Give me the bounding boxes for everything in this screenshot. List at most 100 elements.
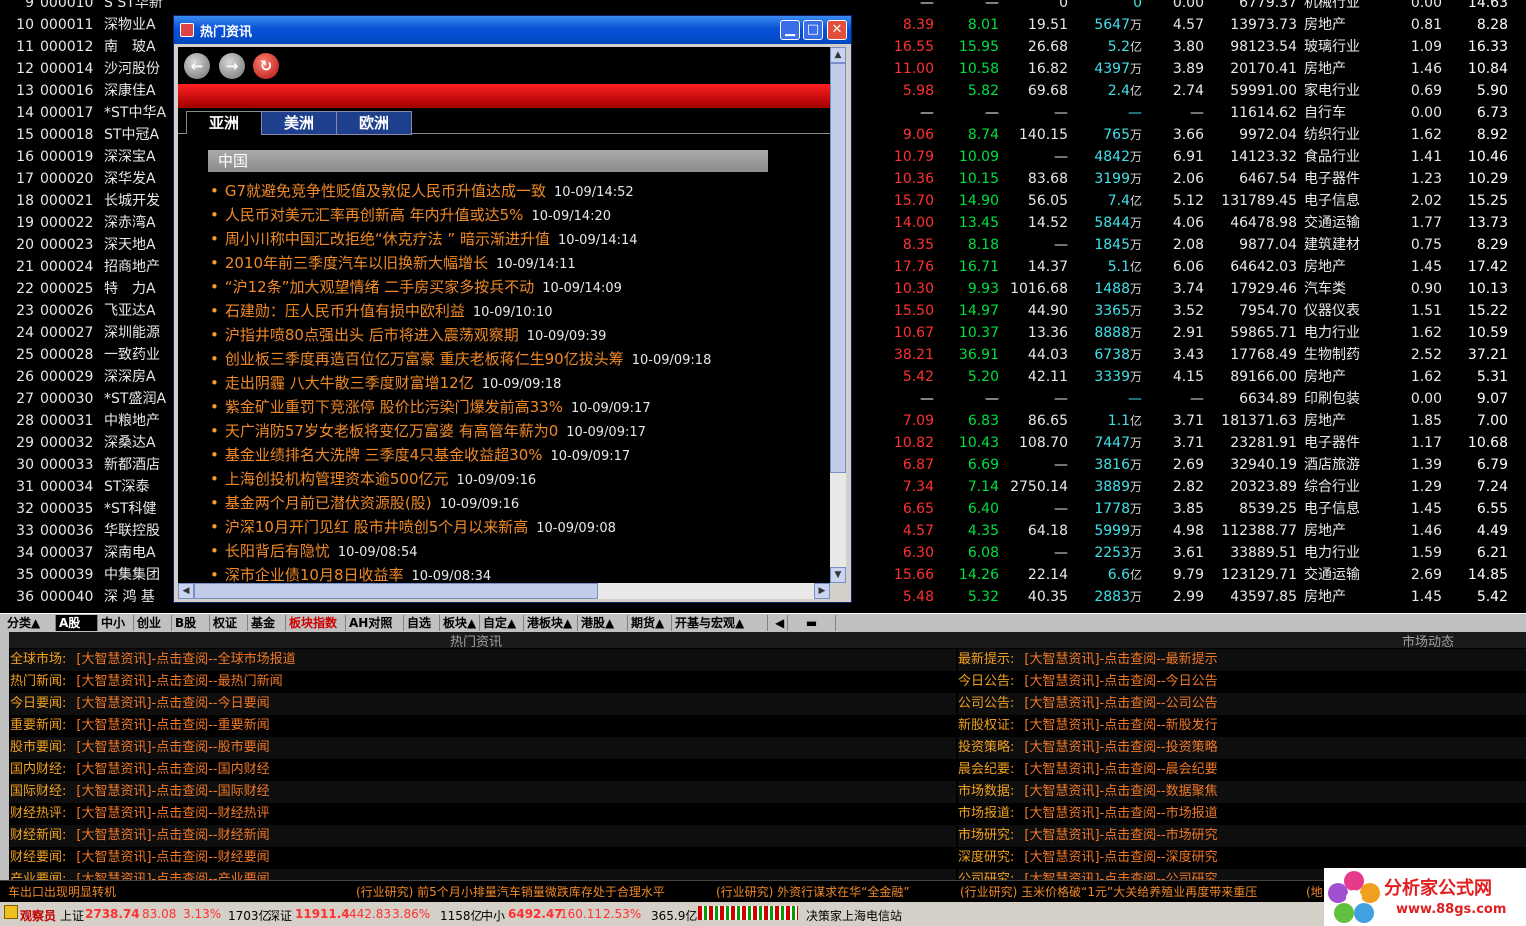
stock-name[interactable]: 沙河股份 [104, 58, 170, 80]
stock-name[interactable]: 深南电A [104, 542, 170, 564]
news-title[interactable]: 长阳背后有隐忧 [225, 542, 330, 560]
stock-name[interactable]: 深 鸿 基 [104, 586, 170, 608]
vertical-scrollbar[interactable]: ▲ ▼ [830, 47, 846, 583]
info-link[interactable]: [大智慧资讯]-点击查阅--国际财经 [76, 784, 269, 799]
category-tab[interactable]: 权证 [210, 615, 248, 631]
category-tab[interactable]: 创业 [134, 615, 172, 631]
stock-name[interactable]: 深桑达A [104, 432, 170, 454]
info-row[interactable]: 国内财经: [大智慧资讯]-点击查阅--国内财经 [10, 759, 956, 781]
info-row[interactable]: 财经新闻: [大智慧资讯]-点击查阅--财经新闻 [10, 825, 956, 847]
stock-code[interactable]: 000018 [40, 124, 94, 146]
news-item[interactable]: • 紫金矿业重罚下竞涨停 股价比污染门爆发前高33% 10-09/09:17 [210, 395, 651, 419]
stock-name[interactable]: 南 玻A [104, 36, 170, 58]
stock-name[interactable]: 华联控股 [104, 520, 170, 542]
stock-name[interactable]: 飞亚达A [104, 300, 170, 322]
stock-name[interactable]: *ST科健 [104, 498, 170, 520]
close-button[interactable]: ✕ [827, 20, 847, 40]
forward-button[interactable]: → [219, 53, 245, 79]
strip-scroll-thumb[interactable]: ▬ [788, 615, 836, 631]
category-tab[interactable]: 板块▲ [440, 615, 480, 631]
stock-code[interactable]: 000024 [40, 256, 94, 278]
info-link[interactable]: [大智慧资讯]-点击查阅--深度研究 [1024, 850, 1217, 865]
info-link[interactable]: [大智慧资讯]-点击查阅--财经热评 [76, 806, 269, 821]
stock-code[interactable]: 000037 [40, 542, 94, 564]
info-link[interactable]: [大智慧资讯]-点击查阅--国内财经 [76, 762, 269, 777]
category-tab[interactable]: 港股▲ [578, 615, 628, 631]
ticker-item[interactable]: (地 [1306, 883, 1323, 900]
info-link[interactable]: [大智慧资讯]-点击查阅--市场研究 [1024, 828, 1217, 843]
info-link[interactable]: [大智慧资讯]-点击查阅--今日要闻 [76, 696, 269, 711]
info-row[interactable]: 市场报道: [大智慧资讯]-点击查阅--市场报道 [958, 803, 1526, 825]
news-window[interactable]: 热门资讯 ▁ □ ✕ ← → ↻ 亚洲 美洲 欧洲 中国 • G7就避免竞争性贬值… [173, 15, 852, 603]
info-link[interactable]: [大智慧资讯]-点击查阅--晨会纪要 [1024, 762, 1217, 777]
info-link[interactable]: [大智慧资讯]-点击查阅--数据聚焦 [1024, 784, 1217, 799]
news-item[interactable]: • 基金业绩排名大洗牌 三季度4只基金收益超30% 10-09/09:17 [210, 443, 630, 467]
news-title[interactable]: 沪深10月开门见红 股市井喷创5个月以来新高 [225, 518, 528, 536]
table-row[interactable]: 9 000010 S ST华新 — — 0 0 0.00 6779.37 机械行业 0.00 14.6… [0, 0, 1526, 14]
stock-code[interactable]: 000014 [40, 58, 94, 80]
info-row[interactable]: 公司公告: [大智慧资讯]-点击查阅--公司公告 [958, 693, 1526, 715]
strip-scroll-left[interactable]: ◀ [772, 615, 788, 631]
stock-name[interactable]: ST深泰 [104, 476, 170, 498]
stock-code[interactable]: 000035 [40, 498, 94, 520]
category-tab[interactable]: 自选 [404, 615, 440, 631]
stock-code[interactable]: 000029 [40, 366, 94, 388]
stock-code[interactable]: 000039 [40, 564, 94, 586]
horizontal-scrollbar[interactable]: ◀ ▶ [178, 583, 830, 599]
back-button[interactable]: ← [184, 53, 210, 79]
info-link[interactable]: [大智慧资讯]-点击查阅--新股发行 [1024, 718, 1217, 733]
stock-name[interactable]: 深华发A [104, 168, 170, 190]
news-title[interactable]: 创业板三季度再造百位亿万富豪 重庆老板蒋仁生90亿拔头筹 [225, 350, 624, 368]
stock-name[interactable]: 招商地产 [104, 256, 170, 278]
info-row[interactable]: 晨会纪要: [大智慧资讯]-点击查阅--晨会纪要 [958, 759, 1526, 781]
news-title[interactable]: 石建勋：压人民币升值有损中欧利益 [225, 302, 465, 320]
info-link[interactable]: [大智慧资讯]-点击查阅--重要新闻 [76, 718, 269, 733]
news-title[interactable]: 周小川称中国汇改拒绝“休克疗法 ” 暗示渐进升值 [225, 230, 550, 248]
vertical-scroll-thumb[interactable] [830, 63, 846, 473]
info-row[interactable]: 市场数据: [大智慧资讯]-点击查阅--数据聚焦 [958, 781, 1526, 803]
news-item[interactable]: • 人民币对美元汇率再创新高 年内升值或达5% 10-09/14:20 [210, 203, 611, 227]
news-item[interactable]: • 周小川称中国汇改拒绝“休克疗法 ” 暗示渐进升值 10-09/14:14 [210, 227, 638, 251]
category-tab[interactable]: 分类▲ [4, 615, 56, 631]
stock-name[interactable]: 深圳能源 [104, 322, 170, 344]
info-link[interactable]: [大智慧资讯]-点击查阅--今日公告 [1024, 674, 1217, 689]
info-row[interactable]: 热门新闻: [大智慧资讯]-点击查阅--最热门新闻 [10, 671, 956, 693]
stock-name[interactable]: 深赤湾A [104, 212, 170, 234]
stock-name[interactable]: *ST盛润A [104, 388, 170, 410]
info-row[interactable]: 投资策略: [大智慧资讯]-点击查阅--投资策略 [958, 737, 1526, 759]
stock-name[interactable]: 一致药业 [104, 344, 170, 366]
horizontal-scroll-thumb[interactable] [194, 583, 598, 599]
stock-code[interactable]: 000034 [40, 476, 94, 498]
category-tab[interactable]: 自定▲ [480, 615, 524, 631]
stock-name[interactable]: S ST华新 [104, 0, 170, 14]
category-tab[interactable]: B股 [172, 615, 210, 631]
news-item[interactable]: • 天广消防57岁女老板将变亿万富婆 有高管年薪为0 10-09/09:17 [210, 419, 646, 443]
stock-code[interactable]: 000031 [40, 410, 94, 432]
stock-code[interactable]: 000026 [40, 300, 94, 322]
info-row[interactable]: 最新提示: [大智慧资讯]-点击查阅--最新提示 [958, 649, 1526, 671]
stock-name[interactable]: 新都酒店 [104, 454, 170, 476]
info-row[interactable]: 重要新闻: [大智慧资讯]-点击查阅--重要新闻 [10, 715, 956, 737]
info-link[interactable]: [大智慧资讯]-点击查阅--股市要闻 [76, 740, 269, 755]
news-title[interactable]: 深市企业债10月8日收益率 [225, 566, 404, 583]
info-link[interactable]: [大智慧资讯]-点击查阅--公司公告 [1024, 696, 1217, 711]
stock-code[interactable]: 000016 [40, 80, 94, 102]
stock-code[interactable]: 000012 [40, 36, 94, 58]
stock-code[interactable]: 000022 [40, 212, 94, 234]
info-row[interactable]: 股市要闻: [大智慧资讯]-点击查阅--股市要闻 [10, 737, 956, 759]
info-link[interactable]: [大智慧资讯]-点击查阅--财经要闻 [76, 850, 269, 865]
stock-name[interactable]: 深物业A [104, 14, 170, 36]
category-tab[interactable]: A股 [56, 615, 98, 631]
stock-code[interactable]: 000023 [40, 234, 94, 256]
window-titlebar[interactable]: 热门资讯 ▁ □ ✕ [174, 16, 851, 44]
info-row[interactable]: 市场研究: [大智慧资讯]-点击查阅--市场研究 [958, 825, 1526, 847]
info-row[interactable]: 深度研究: [大智慧资讯]-点击查阅--深度研究 [958, 847, 1526, 869]
category-tab[interactable]: 板块指数 [286, 615, 346, 631]
info-link[interactable]: [大智慧资讯]-点击查阅--财经新闻 [76, 828, 269, 843]
info-row[interactable]: 国际财经: [大智慧资讯]-点击查阅--国际财经 [10, 781, 956, 803]
category-tab[interactable]: 中小 [98, 615, 134, 631]
news-item[interactable]: • 走出阴霾 八大牛散三季度财富增12亿 10-09/09:18 [210, 371, 561, 395]
logo-url[interactable]: www.88gs.com [1396, 902, 1506, 917]
news-item[interactable]: • 2010年前三季度汽车以旧换新大幅增长 10-09/14:11 [210, 251, 576, 275]
news-title[interactable]: 2010年前三季度汽车以旧换新大幅增长 [225, 254, 488, 272]
